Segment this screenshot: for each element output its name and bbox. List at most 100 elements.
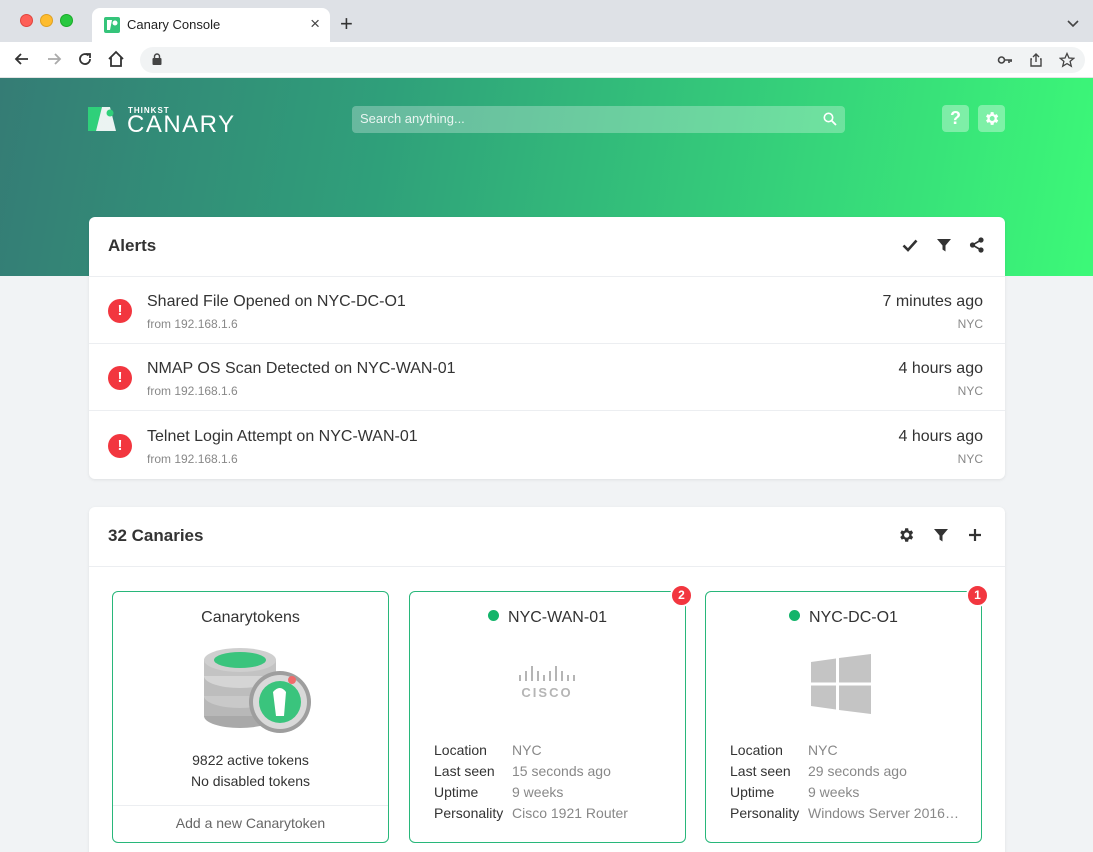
- reload-icon[interactable]: [75, 49, 95, 69]
- alert-time: 4 hours ago: [898, 360, 983, 377]
- alert-time: 4 hours ago: [898, 428, 983, 445]
- search-icon[interactable]: [823, 112, 837, 126]
- alert-source: from 192.168.1.6: [147, 452, 238, 466]
- active-tokens-count: 9822 active tokens: [192, 752, 309, 768]
- browser-chrome: Canary Console × +: [0, 0, 1093, 78]
- device-personality-row: Personality Cisco 1921 Router: [434, 805, 674, 825]
- new-tab-button[interactable]: +: [340, 12, 353, 36]
- field-label: Last seen: [434, 763, 495, 779]
- add-canarytoken-button[interactable]: Add a new Canarytoken: [113, 805, 388, 842]
- device-name: NYC-DC-O1: [809, 609, 898, 626]
- lock-icon: [152, 53, 162, 65]
- tab-menu-chevron-icon[interactable]: [1067, 20, 1079, 28]
- online-status-dot: [488, 610, 500, 621]
- alert-exclamation-icon: !: [108, 366, 132, 390]
- field-label: Personality: [730, 805, 800, 821]
- tab-close-icon[interactable]: ×: [310, 14, 320, 34]
- device-last-seen: 15 seconds ago: [512, 763, 611, 779]
- disabled-tokens-status: No disabled tokens: [190, 773, 311, 789]
- cisco-logo-text: CISCO: [521, 685, 572, 700]
- logo-title: CANARY: [127, 111, 236, 138]
- field-label: Uptime: [434, 784, 479, 800]
- browser-tab[interactable]: Canary Console ×: [92, 8, 330, 42]
- device-last-seen-row: Last seen 15 seconds ago: [434, 763, 674, 783]
- alert-title: Shared File Opened on NYC-DC-O1: [147, 293, 406, 310]
- alert-source: from 192.168.1.6: [147, 384, 238, 398]
- address-bar[interactable]: [140, 47, 1085, 73]
- device-uptime: 9 weeks: [808, 784, 860, 800]
- gear-icon: [986, 112, 999, 125]
- filter-icon[interactable]: [935, 236, 953, 254]
- plus-icon[interactable]: [966, 526, 984, 544]
- checkmark-icon[interactable]: [901, 236, 919, 254]
- device-location-row: Location NYC: [730, 742, 970, 762]
- field-label: Personality: [434, 805, 504, 821]
- canary-logo-mark-icon: [88, 107, 116, 131]
- alert-exclamation-icon: !: [108, 299, 132, 323]
- key-icon[interactable]: [997, 52, 1013, 68]
- tile-title: Canarytokens: [201, 609, 300, 626]
- window-zoom-button[interactable]: [60, 14, 73, 27]
- forward-arrow-icon[interactable]: [44, 49, 64, 69]
- alert-title: NMAP OS Scan Detected on NYC-WAN-01: [147, 360, 456, 377]
- settings-button[interactable]: [978, 105, 1005, 132]
- bookmark-star-icon[interactable]: [1059, 52, 1075, 68]
- windows-logo-icon: [811, 654, 871, 714]
- back-arrow-icon[interactable]: [12, 49, 32, 69]
- gear-icon[interactable]: [897, 526, 915, 544]
- alerts-header: Alerts: [89, 217, 1005, 277]
- canary-favicon-icon: [104, 17, 120, 33]
- alerts-card: Alerts ! Shared File Opened on NYC-DC-O1…: [89, 217, 1005, 479]
- window-close-button[interactable]: [20, 14, 33, 27]
- help-button[interactable]: ?: [942, 105, 969, 132]
- device-last-seen-row: Last seen 29 seconds ago: [730, 763, 970, 783]
- device-tile[interactable]: NYC-DC-O1 1 Location NYC Last seen 29 se…: [705, 584, 989, 843]
- alert-row[interactable]: ! NMAP OS Scan Detected on NYC-WAN-01 fr…: [89, 344, 1005, 411]
- device-last-seen: 29 seconds ago: [808, 763, 907, 779]
- canaries-header: 32 Canaries: [89, 507, 1005, 567]
- alert-count-badge[interactable]: 2: [670, 584, 693, 607]
- alert-row[interactable]: ! Shared File Opened on NYC-DC-O1 from 1…: [89, 277, 1005, 344]
- device-uptime: 9 weeks: [512, 784, 564, 800]
- search-placeholder: Search anything...: [360, 111, 465, 126]
- device-name: NYC-WAN-01: [508, 609, 607, 626]
- alert-row[interactable]: ! Telnet Login Attempt on NYC-WAN-01 fro…: [89, 412, 1005, 479]
- cisco-logo-icon: CISCO: [519, 666, 575, 700]
- field-label: Last seen: [730, 763, 791, 779]
- canaries-card: 32 Canaries Canarytokens 9822 active tok…: [89, 507, 1005, 852]
- device-location: NYC: [808, 742, 838, 758]
- alert-time: 7 minutes ago: [882, 293, 983, 310]
- alert-count-badge[interactable]: 1: [966, 584, 989, 607]
- device-uptime-row: Uptime 9 weeks: [434, 784, 674, 804]
- tab-title: Canary Console: [127, 17, 221, 32]
- field-label: Location: [434, 742, 487, 758]
- filter-icon[interactable]: [932, 526, 950, 544]
- share-nodes-icon[interactable]: [968, 236, 986, 254]
- field-label: Uptime: [730, 784, 775, 800]
- device-personality: Windows Server 2016…: [808, 805, 959, 821]
- alert-location: NYC: [957, 452, 983, 466]
- alert-exclamation-icon: !: [108, 434, 132, 458]
- alert-location: NYC: [957, 317, 983, 331]
- device-location: NYC: [512, 742, 542, 758]
- device-location-row: Location NYC: [434, 742, 674, 762]
- home-icon[interactable]: [106, 49, 126, 69]
- search-input[interactable]: Search anything...: [352, 106, 845, 133]
- alert-location: NYC: [957, 384, 983, 398]
- device-uptime-row: Uptime 9 weeks: [730, 784, 970, 804]
- online-status-dot: [789, 610, 801, 621]
- share-icon[interactable]: [1028, 52, 1044, 68]
- device-personality: Cisco 1921 Router: [512, 805, 628, 821]
- device-personality-row: Personality Windows Server 2016…: [730, 805, 970, 825]
- coin-stack-icon: [204, 648, 311, 733]
- canarytokens-tile[interactable]: Canarytokens 9822 active tokens No disab…: [112, 591, 389, 843]
- canaries-title: 32 Canaries: [108, 526, 204, 545]
- device-tile[interactable]: NYC-WAN-01 2 CISCO Location NYC Last see…: [409, 584, 693, 843]
- device-name-row: NYC-DC-O1: [706, 609, 981, 627]
- alert-source: from 192.168.1.6: [147, 317, 238, 331]
- window-minimize-button[interactable]: [40, 14, 53, 27]
- field-label: Location: [730, 742, 783, 758]
- browser-toolbar: [0, 42, 1093, 78]
- help-icon: ?: [950, 108, 961, 128]
- alerts-title: Alerts: [108, 236, 157, 255]
